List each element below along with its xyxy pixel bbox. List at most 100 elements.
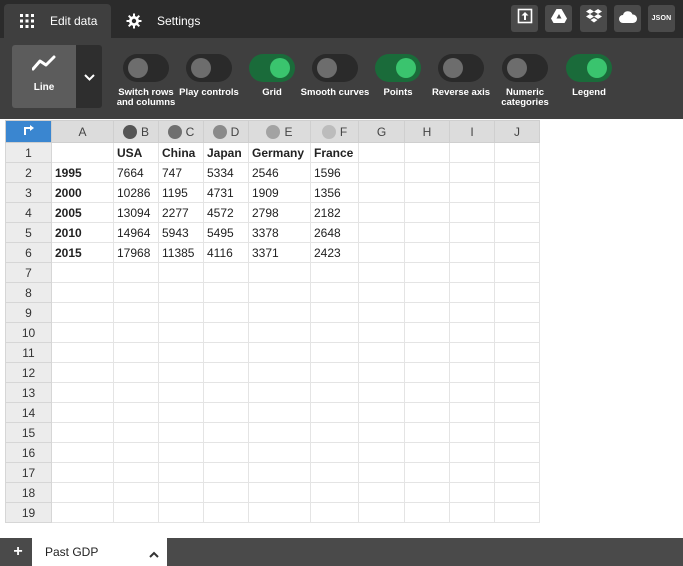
grid-cell[interactable]: [449, 182, 495, 203]
grid-cell[interactable]: 17968: [113, 242, 159, 263]
column-header-g[interactable]: G: [358, 120, 405, 143]
grid-cell[interactable]: [310, 502, 359, 523]
grid-cell[interactable]: [51, 342, 114, 363]
grid-cell[interactable]: [494, 502, 540, 523]
grid-cell[interactable]: [158, 282, 204, 303]
grid-cell[interactable]: [358, 142, 405, 163]
grid-cell[interactable]: [310, 382, 359, 403]
grid-cell[interactable]: 1195: [158, 182, 204, 203]
grid-cell[interactable]: [358, 482, 405, 503]
grid-cell[interactable]: Japan: [203, 142, 249, 163]
grid-cell[interactable]: [404, 502, 450, 523]
grid-cell[interactable]: [248, 462, 311, 483]
row-header[interactable]: 15: [5, 422, 52, 443]
grid-cell[interactable]: [358, 462, 405, 483]
grid-cell[interactable]: [51, 482, 114, 503]
grid-cell[interactable]: [158, 302, 204, 323]
toggle-legend[interactable]: Legend: [549, 54, 629, 98]
grid-cell[interactable]: 4572: [203, 202, 249, 223]
grid-cell[interactable]: 2010: [51, 222, 114, 243]
grid-cell[interactable]: [158, 382, 204, 403]
grid-cell[interactable]: [449, 442, 495, 463]
grid-cell[interactable]: [404, 402, 450, 423]
grid-cell[interactable]: [358, 182, 405, 203]
grid-cell[interactable]: 13094: [113, 202, 159, 223]
grid-cell[interactable]: [248, 442, 311, 463]
grid-cell[interactable]: [51, 142, 114, 163]
grid-cell[interactable]: [494, 162, 540, 183]
grid-cell[interactable]: 2546: [248, 162, 311, 183]
grid-cell[interactable]: [203, 322, 249, 343]
grid-cell[interactable]: [494, 302, 540, 323]
grid-cell[interactable]: [358, 422, 405, 443]
grid-cell[interactable]: [494, 442, 540, 463]
publish-button[interactable]: [511, 5, 538, 32]
grid-cell[interactable]: [404, 342, 450, 363]
grid-cell[interactable]: [358, 382, 405, 403]
row-header[interactable]: 19: [5, 502, 52, 523]
grid-cell[interactable]: [449, 302, 495, 323]
grid-cell[interactable]: [404, 162, 450, 183]
grid-cell[interactable]: [449, 402, 495, 423]
grid-cell[interactable]: [404, 262, 450, 283]
grid-cell[interactable]: [158, 482, 204, 503]
grid-cell[interactable]: [494, 362, 540, 383]
grid-cell[interactable]: [310, 262, 359, 283]
grid-cell[interactable]: [203, 462, 249, 483]
grid-cell[interactable]: [203, 362, 249, 383]
grid-cell[interactable]: [449, 242, 495, 263]
grid-cell[interactable]: [404, 142, 450, 163]
json-button[interactable]: JSON: [648, 5, 675, 32]
grid-cell[interactable]: [248, 482, 311, 503]
series-color-dot[interactable]: [122, 124, 137, 139]
toggle-switch[interactable]: [375, 54, 421, 82]
grid-cell[interactable]: [51, 422, 114, 443]
column-header-a[interactable]: A: [51, 120, 114, 143]
grid-cell[interactable]: [158, 442, 204, 463]
grid-cell[interactable]: 1995: [51, 162, 114, 183]
row-header[interactable]: 18: [5, 482, 52, 503]
series-color-dot[interactable]: [266, 124, 281, 139]
grid-cell[interactable]: France: [310, 142, 359, 163]
series-color-dot[interactable]: [212, 124, 227, 139]
grid-cell[interactable]: [494, 282, 540, 303]
grid-cell[interactable]: [203, 342, 249, 363]
grid-cell[interactable]: USA: [113, 142, 159, 163]
grid-cell[interactable]: [358, 442, 405, 463]
grid-cell[interactable]: [310, 342, 359, 363]
grid-cell[interactable]: [358, 202, 405, 223]
grid-cell[interactable]: [449, 382, 495, 403]
grid-cell[interactable]: 14964: [113, 222, 159, 243]
grid-cell[interactable]: [203, 302, 249, 323]
row-header[interactable]: 14: [5, 402, 52, 423]
dropbox-button[interactable]: [580, 5, 607, 32]
grid-cell[interactable]: [404, 322, 450, 343]
grid-cell[interactable]: 5334: [203, 162, 249, 183]
add-sheet-button[interactable]: +: [4, 538, 32, 566]
grid-cell[interactable]: [449, 462, 495, 483]
chart-type-selector[interactable]: Line: [12, 45, 102, 108]
grid-cell[interactable]: [203, 442, 249, 463]
toggle-switch[interactable]: [249, 54, 295, 82]
grid-cell[interactable]: [248, 302, 311, 323]
grid-cell[interactable]: [113, 402, 159, 423]
grid-cell[interactable]: [158, 422, 204, 443]
grid-cell[interactable]: [310, 402, 359, 423]
toggle-switch[interactable]: [438, 54, 484, 82]
grid-cell[interactable]: [404, 362, 450, 383]
grid-cell[interactable]: [494, 482, 540, 503]
grid-cell[interactable]: [404, 442, 450, 463]
grid-cell[interactable]: [248, 362, 311, 383]
grid-cell[interactable]: [494, 262, 540, 283]
row-header[interactable]: 7: [5, 262, 52, 283]
grid-cell[interactable]: [113, 342, 159, 363]
grid-cell[interactable]: [310, 282, 359, 303]
grid-cell[interactable]: [203, 282, 249, 303]
chart-type-dropdown[interactable]: [76, 45, 102, 108]
grid-cell[interactable]: [158, 402, 204, 423]
column-header-j[interactable]: J: [494, 120, 540, 143]
grid-cell[interactable]: [358, 282, 405, 303]
grid-cell[interactable]: 3378: [248, 222, 311, 243]
grid-cell[interactable]: [494, 182, 540, 203]
row-header[interactable]: 17: [5, 462, 52, 483]
